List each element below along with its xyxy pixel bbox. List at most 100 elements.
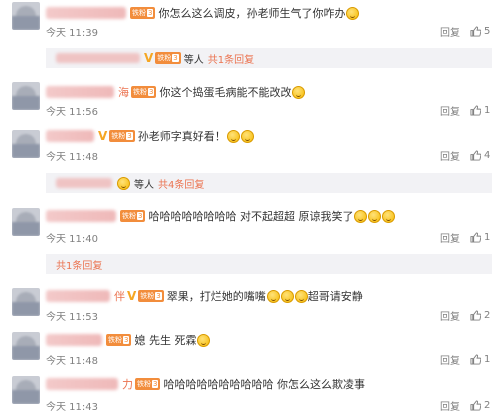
smiley-emoji-icon [292,85,306,99]
crown-icon: V [127,289,137,303]
comment-item: 铁粉 3 你怎么这么调皮，孙老师生气了你咋办 今天 11:39 回复 5 [0,0,500,44]
thumbs-up-icon [470,149,481,161]
username-blurred[interactable] [46,334,102,346]
avatar[interactable] [12,208,40,236]
timestamp: 今天 11:40 [46,233,98,245]
like-count: 1 [484,353,491,365]
username-blurred[interactable] [46,378,118,390]
like-count: 5 [484,25,491,37]
timestamp: 今天 11:43 [46,401,98,413]
comment-item: V 铁粉 3 孙老师字真好看！ 今天 11:48 回复 4 [0,124,500,168]
comment-item: 力 铁粉 3 哈哈哈哈哈哈哈哈哈哈 你怎么这么欺凌事 今天 11:43 回复 2 [0,370,500,416]
reply-users-blurred [56,178,112,188]
smiley-emoji-icon [280,289,294,303]
reply-users-blurred [56,53,140,63]
fan-badge: 铁粉 3 [109,130,135,142]
crown-icon: V [98,129,108,143]
comment-text-continued: 超哥请安静 [307,290,363,303]
smiley-emoji-icon [368,209,382,223]
comment-text: 哈哈哈哈哈哈哈哈哈哈 你怎么这么欺凌事 [163,378,365,391]
more-replies-link[interactable]: 共1条回复 [208,51,254,66]
comment-item: 铁粉 3 媳 先生 死霖 今天 11:48 回复 1 [0,328,500,368]
like-count: 4 [484,149,491,161]
fan-badge: 铁粉 3 [131,86,157,98]
crown-icon: V [144,51,154,65]
fan-badge: 铁粉 3 [135,378,161,390]
smiley-emoji-icon [382,209,396,223]
avatar[interactable] [12,130,40,158]
username-tail[interactable]: 伴 [114,288,125,304]
timestamp: 今天 11:39 [46,27,98,39]
thumbs-up-icon [470,231,481,243]
like-count: 2 [484,309,491,321]
timestamp: 今天 11:48 [46,151,98,163]
like-count: 1 [484,104,491,116]
comment-item: 铁粉 3 哈哈哈哈哈哈哈哈 对不起超超 原谅我笑了 今天 11:40 回复 1 [0,204,500,248]
reply-button[interactable]: 回复 [440,24,460,39]
reply-users: 等人 [134,179,154,191]
like-button[interactable]: 2 [470,400,492,411]
reply-users: 等人 [183,54,204,66]
comment-text: 孙老师字真好看！ [137,130,226,143]
reply-button[interactable]: 回复 [440,398,460,413]
reply-button[interactable]: 回复 [440,352,460,367]
like-button[interactable]: 1 [470,105,492,116]
smiley-emoji-icon [197,333,211,347]
comment-text: 媳 先生 死霖 [134,334,197,347]
comment-text: 哈哈哈哈哈哈哈哈 对不起超超 原谅我笑了 [148,210,354,223]
username-blurred[interactable] [46,130,94,142]
fan-badge: 铁粉 3 [120,210,146,222]
reply-summary[interactable]: 共1条回复 [46,254,492,274]
like-count: 1 [484,231,491,243]
username-blurred[interactable] [46,86,114,98]
thumbs-up-icon [470,399,481,411]
comment-item: 海 铁粉 3 你这个捣蛋毛病能不能改改 今天 11:56 回复 1 [0,80,500,124]
fan-badge: 铁粉 3 [138,290,164,302]
username-blurred[interactable] [46,290,110,302]
reply-button[interactable]: 回复 [440,308,460,323]
smiley-emoji-icon [117,176,130,190]
username-tail[interactable]: 海 [118,84,129,100]
smiley-emoji-icon [346,6,360,20]
smiley-emoji-icon [240,129,254,143]
comment-text: 你这个捣蛋毛病能不能改改 [159,86,292,99]
smiley-emoji-icon [226,129,240,143]
comment-text: 你怎么这么调皮，孙老师生气了你咋办 [158,7,346,20]
thumbs-up-icon [470,353,481,365]
avatar[interactable] [12,82,40,110]
smiley-emoji-icon [294,289,308,303]
username-tail[interactable]: 力 [122,376,133,392]
more-replies-link[interactable]: 共4条回复 [158,176,204,191]
fan-badge: 铁粉 3 [130,7,156,19]
like-button[interactable]: 2 [470,310,492,321]
more-replies-link[interactable]: 共1条回复 [56,257,102,272]
reply-summary[interactable]: 等人 共4条回复 [46,173,492,193]
thumbs-up-icon [470,104,481,116]
reply-summary[interactable]: V 铁粉 3 等人 共1条回复 [46,48,492,68]
avatar[interactable] [12,332,40,360]
like-button[interactable]: 1 [470,232,492,243]
timestamp: 今天 11:56 [46,106,98,118]
avatar[interactable] [12,376,40,404]
thumbs-up-icon [470,309,481,321]
timestamp: 今天 11:48 [46,355,98,367]
fan-badge: 铁粉 3 [155,52,181,64]
like-button[interactable]: 5 [470,26,492,37]
reply-button[interactable]: 回复 [440,103,460,118]
reply-button[interactable]: 回复 [440,230,460,245]
thumbs-up-icon [470,25,481,37]
like-button[interactable]: 1 [470,354,492,365]
like-button[interactable]: 4 [470,150,492,161]
fan-badge: 铁粉 3 [106,334,132,346]
reply-button[interactable]: 回复 [440,148,460,163]
username-blurred[interactable] [46,210,116,222]
username-blurred[interactable] [46,7,126,19]
comment-text: 翠果，打烂她的嘴嘴 [166,290,266,303]
avatar[interactable] [12,288,40,316]
smiley-emoji-icon [266,289,280,303]
smiley-emoji-icon [354,209,368,223]
avatar[interactable] [12,2,40,30]
comment-item: 伴 V 铁粉 3 翠果，打烂她的嘴嘴 超哥请安静 今天 11:53 回复 2 [0,284,500,324]
like-count: 2 [484,399,491,411]
timestamp: 今天 11:53 [46,311,98,323]
